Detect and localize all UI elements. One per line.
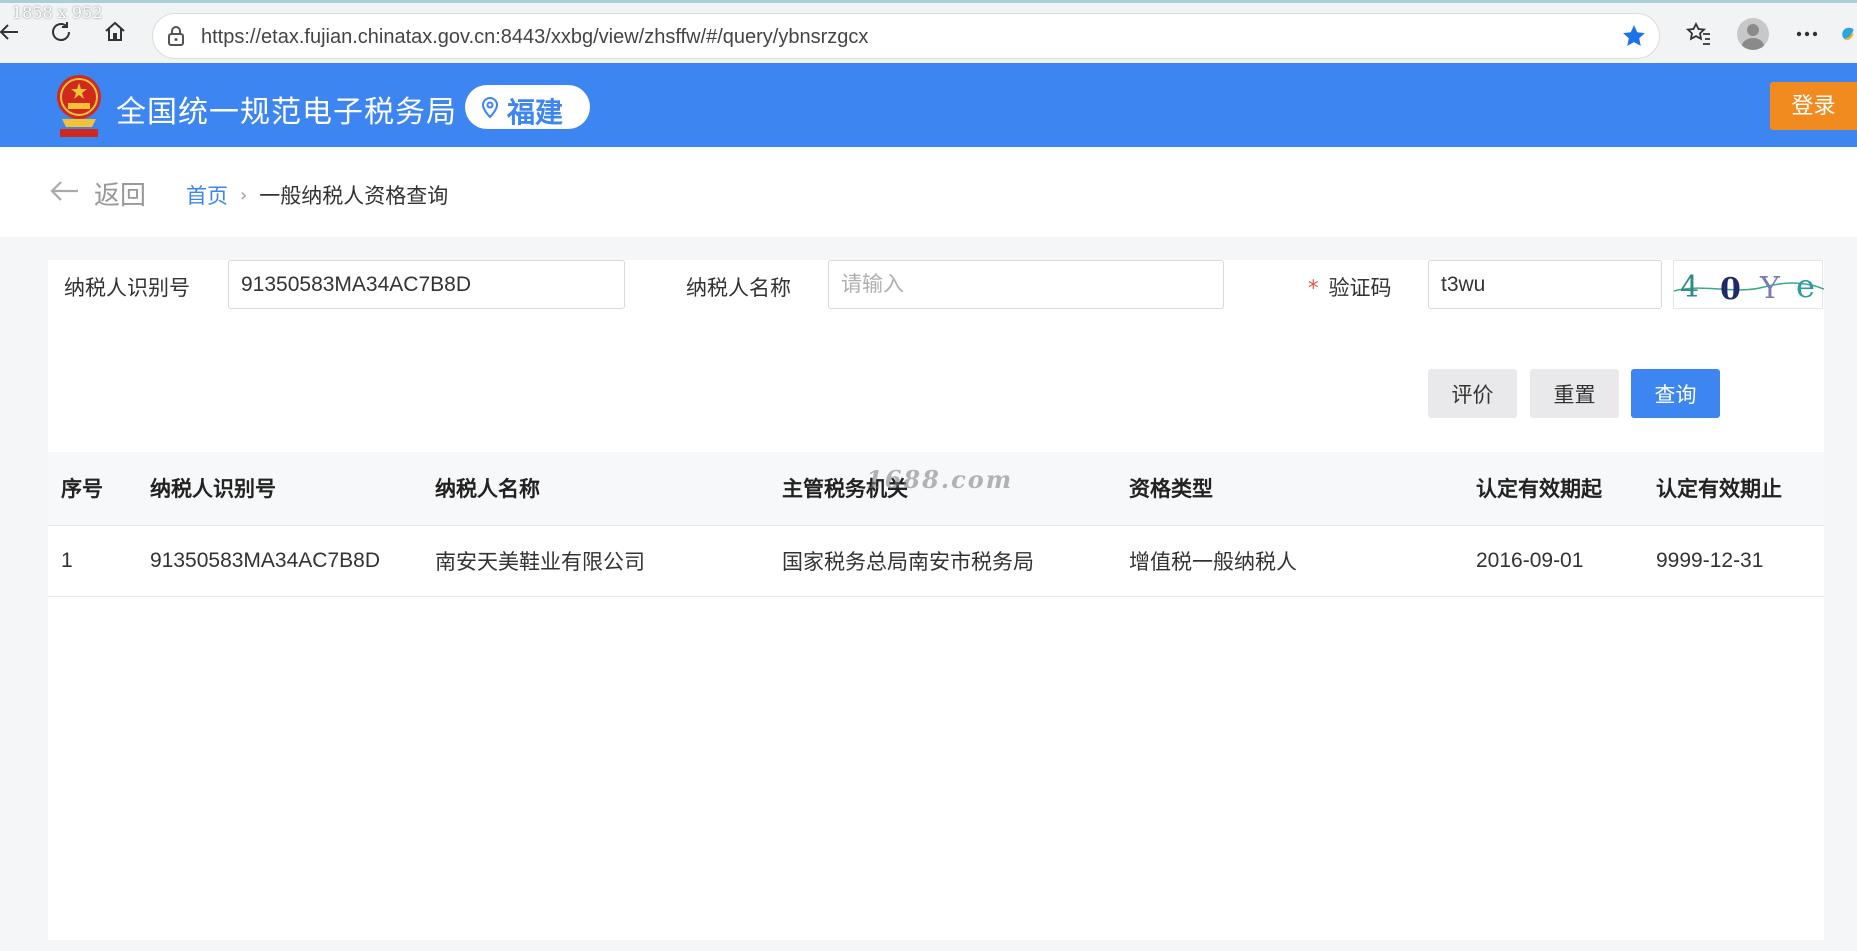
breadcrumb: 首页 › 一般纳税人资格查询 [186,180,448,210]
url-text[interactable]: https://etax.fujian.chinatax.gov.cn:8443… [201,26,868,49]
site-header: 全国统一规范电子税务局 福建 登录 [0,63,1857,147]
evaluate-button[interactable]: 评价 [1428,369,1517,418]
taxpayer-id-input[interactable] [228,260,625,309]
reset-button[interactable]: 重置 [1530,369,1619,418]
login-button[interactable]: 登录 [1770,82,1857,130]
table-cell: 国家税务总局南安市税务局 [769,525,1116,597]
breadcrumb-home-link[interactable]: 首页 [186,180,228,210]
breadcrumb-current: 一般纳税人资格查询 [259,184,449,208]
back-label[interactable]: 返回 [94,175,146,212]
address-bar[interactable]: https://etax.fujian.chinatax.gov.cn:8443… [152,13,1660,59]
table-row[interactable]: 1 91350583MA34AC7B8D 南安天美鞋业有限公司 国家税务总局南安… [48,525,1824,597]
table-cell: 91350583MA34AC7B8D [137,525,422,597]
svg-text:4: 4 [1680,270,1699,305]
breadcrumb-separator: › [240,184,248,206]
arrow-left-icon[interactable] [50,179,80,209]
copilot-icon[interactable] [1840,17,1857,51]
back-button[interactable]: 返回 [50,175,146,212]
back-arrow-icon[interactable] [0,15,26,49]
table-cell: 南安天美鞋业有限公司 [422,525,769,597]
browser-toolbar: 1858 x 952 https://etax.fujian.chinatax.… [0,0,1857,63]
table-cell: 1 [48,525,137,597]
taxpayer-id-label: 纳税人识别号 [64,276,190,300]
breadcrumb-bar: 返回 首页 › 一般纳税人资格查询 [0,147,1857,237]
favorite-star-icon[interactable] [1621,23,1647,53]
query-panel: 纳税人识别号 纳税人名称 * 验证码 4 0 Y e 评价 重置 查询 序号 纳税… [48,260,1825,940]
taxpayer-name-input[interactable] [828,260,1224,309]
column-header: 序号 [48,452,137,526]
table-cell: 增值税一般纳税人 [1116,525,1463,597]
taxpayer-name-label: 纳税人名称 [686,276,791,300]
required-mark: * [1308,276,1319,300]
more-menu-icon[interactable] [1790,17,1824,51]
favorites-list-icon[interactable] [1682,17,1716,51]
captcha-input[interactable] [1428,260,1662,309]
captcha-label: * 验证码 [1308,272,1392,302]
region-name[interactable]: 福建 [507,91,563,131]
location-pin-icon [481,96,499,123]
column-header: 资格类型 [1116,452,1463,526]
svg-text:e: e [1796,267,1815,305]
svg-text:Y: Y [1759,271,1781,306]
column-header: 纳税人识别号 [137,452,422,526]
profile-avatar[interactable] [1736,17,1770,51]
site-title: 全国统一规范电子税务局 [116,95,457,130]
region-selector[interactable]: 福建 [465,85,590,129]
captcha-image[interactable]: 4 0 Y e [1673,260,1825,309]
lock-icon[interactable] [165,25,187,51]
column-header: 纳税人名称 [422,452,769,526]
refresh-icon[interactable] [44,15,78,49]
table-cell: 9999-12-31 [1643,525,1824,597]
national-emblem-icon [54,73,104,143]
watermark: 1688.com [866,465,1014,494]
svg-text:0: 0 [1720,272,1741,307]
table-cell: 2016-09-01 [1463,525,1643,597]
home-icon[interactable] [98,15,132,49]
column-header: 认定有效期起 [1463,452,1643,526]
captcha-label-text: 验证码 [1328,276,1392,300]
column-header: 认定有效期止 [1643,452,1824,526]
query-button[interactable]: 查询 [1631,369,1720,418]
